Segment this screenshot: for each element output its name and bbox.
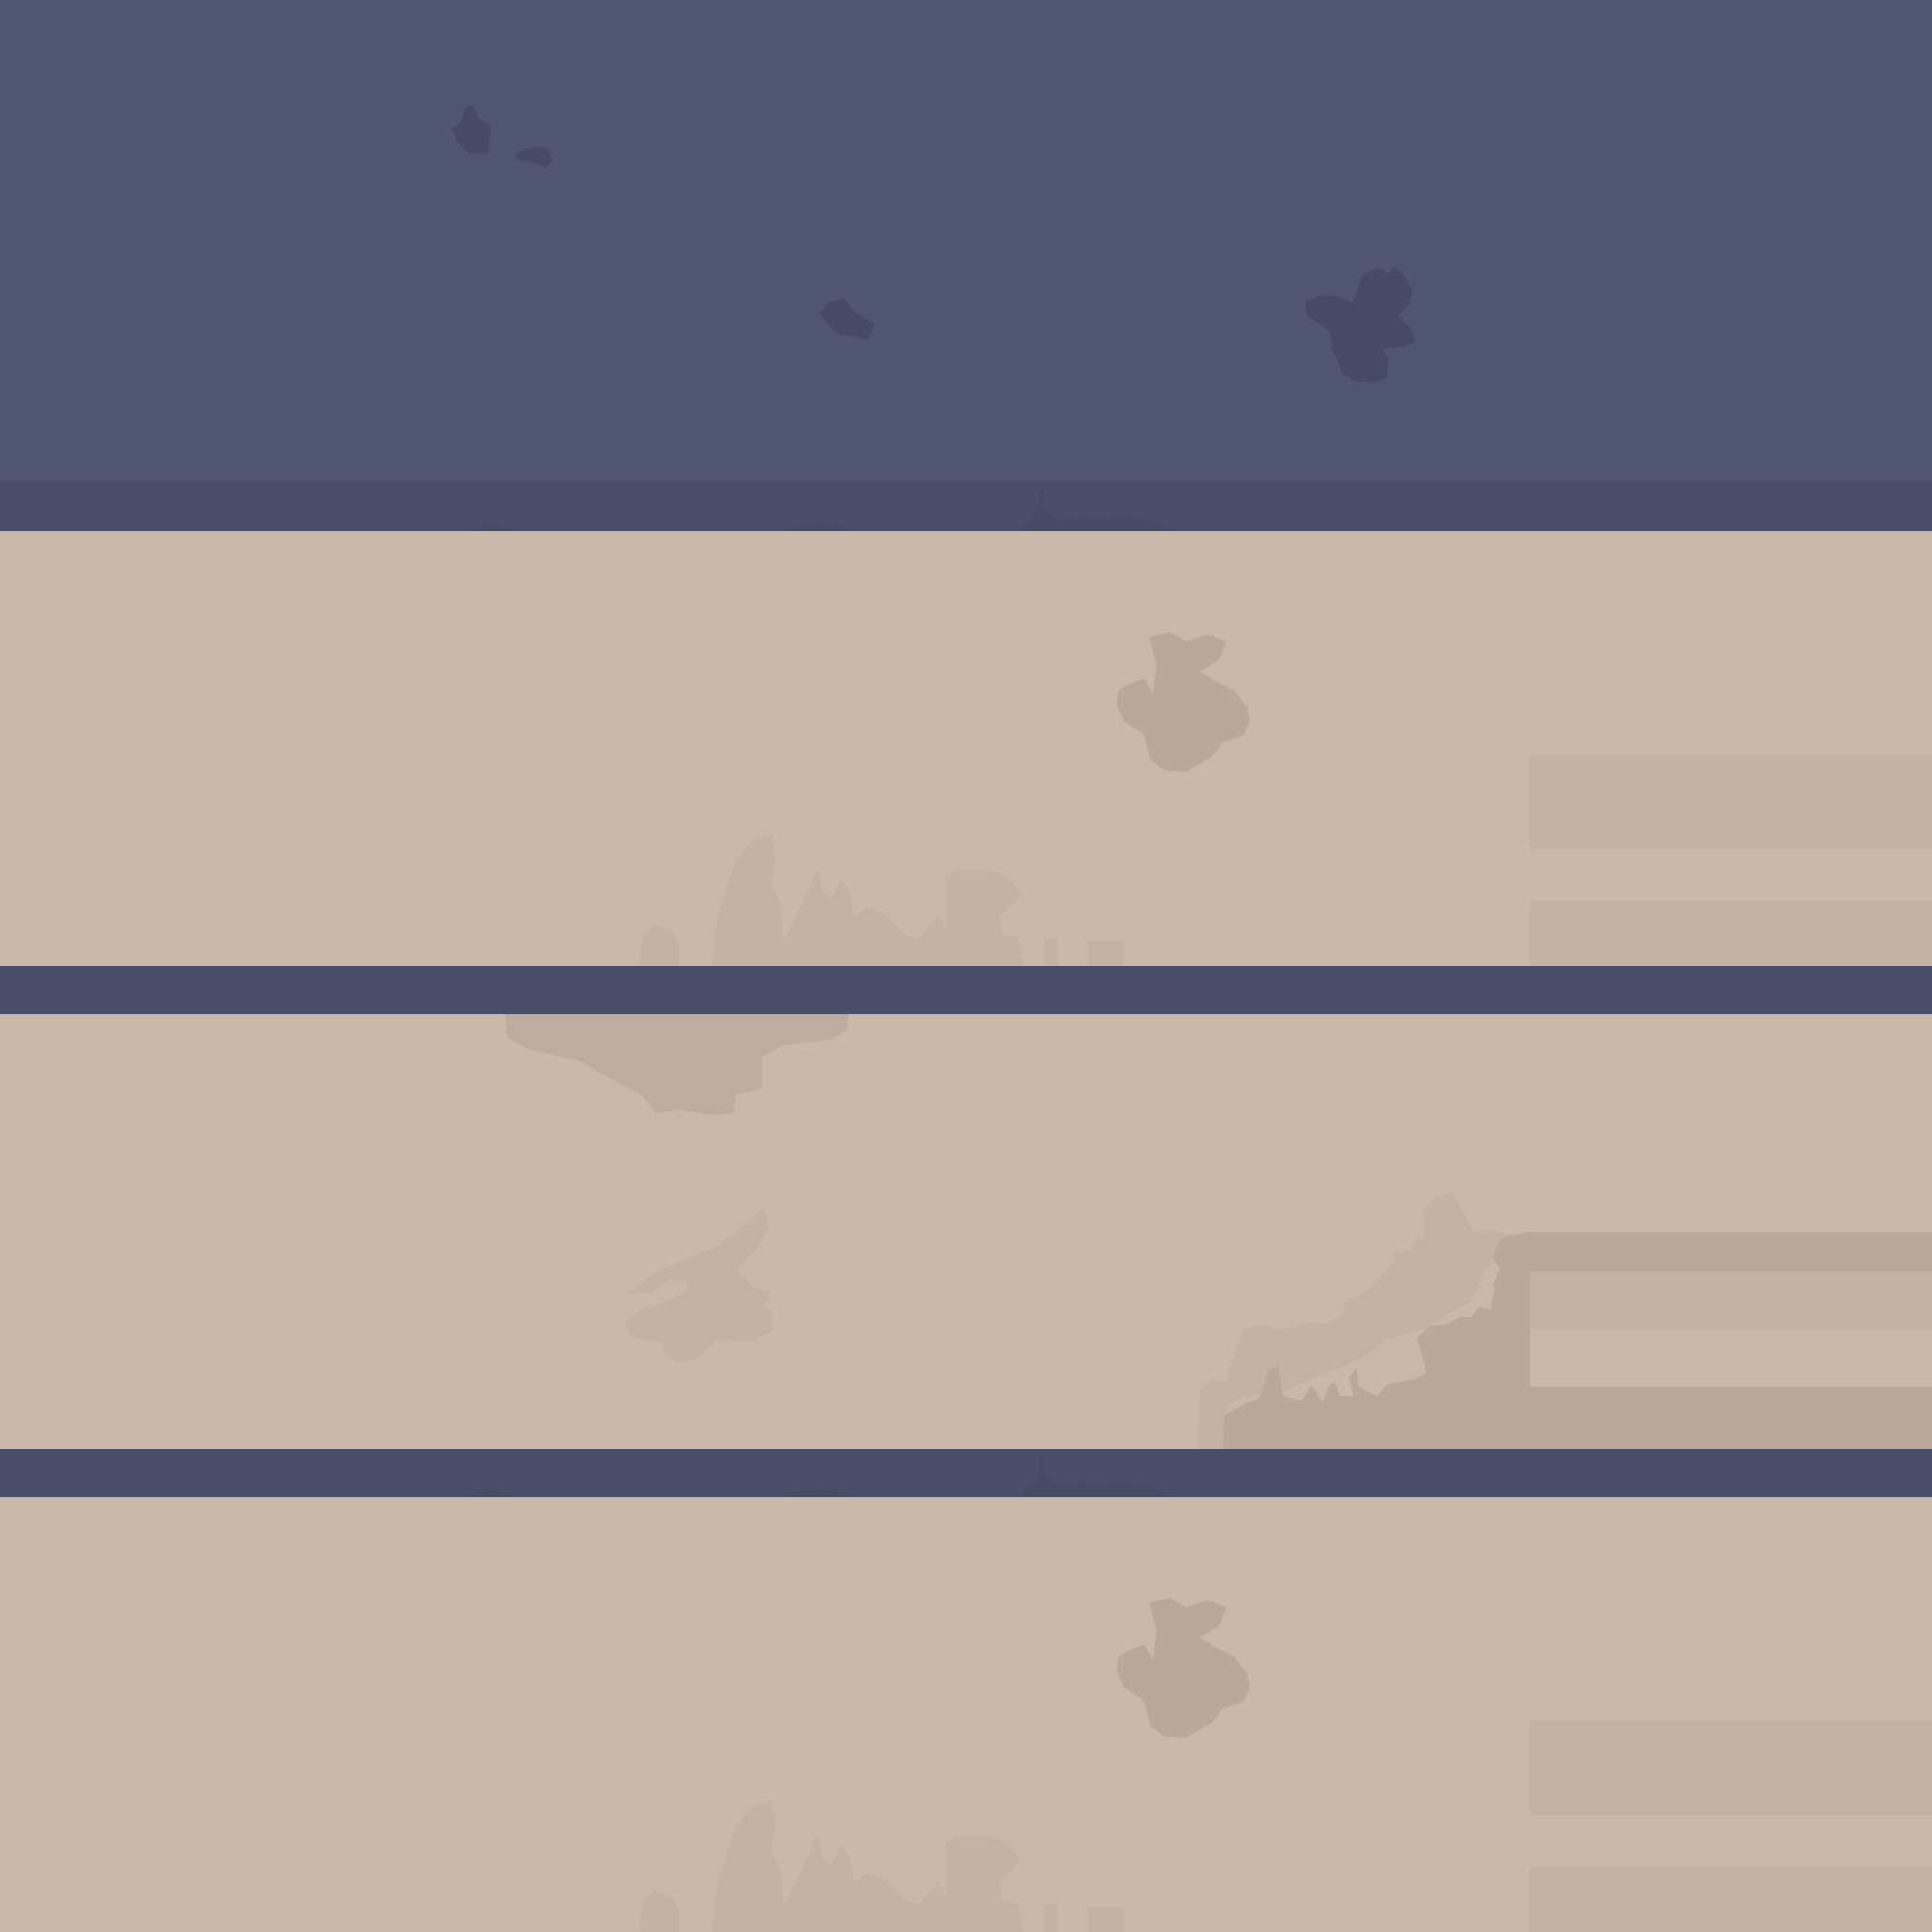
horizon-strip — [0, 966, 1932, 1014]
ruin-block — [1088, 1907, 1124, 1932]
ruin-post — [1044, 1905, 1058, 1932]
sky-region — [0, 0, 1932, 531]
horizon-band — [0, 481, 1932, 531]
game-background — [0, 0, 1932, 1932]
ruin-block — [1088, 941, 1124, 966]
horizon-strip — [0, 1449, 1932, 1497]
ruin-post — [1044, 939, 1058, 966]
background-texture — [0, 0, 1932, 1932]
